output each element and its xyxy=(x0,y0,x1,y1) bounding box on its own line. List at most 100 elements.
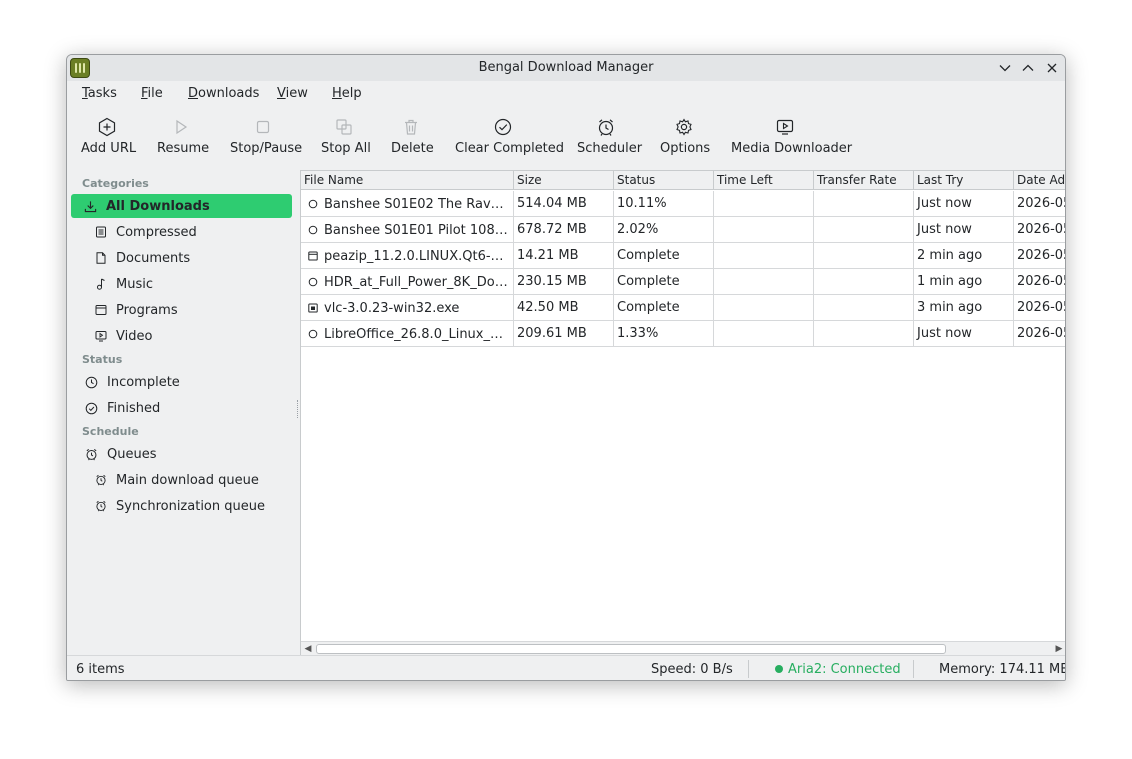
sidebar-item-incomplete[interactable]: Incomplete xyxy=(85,370,292,394)
menu-downloads-mnemonic: D xyxy=(188,86,199,101)
menu-view-mnemonic: V xyxy=(277,86,286,101)
menu-view-label: iew xyxy=(285,86,308,101)
check-circle-icon xyxy=(85,402,98,414)
stop-all-button[interactable]: Stop All xyxy=(321,114,371,166)
cell-transfer-rate xyxy=(814,217,914,243)
sidebar-item-documents[interactable]: Documents xyxy=(95,246,292,270)
status-bar: 6 items Speed: 0 B/s Aria2: Connected Me… xyxy=(67,655,1065,680)
cell-size: 230.15 MB xyxy=(514,269,614,295)
menu-downloads[interactable]: Downloads xyxy=(188,86,259,101)
maximize-button[interactable] xyxy=(1018,58,1038,78)
horizontal-scrollbar[interactable]: ◀ ▶ xyxy=(301,641,1065,655)
sidebar-item-finished[interactable]: Finished xyxy=(85,396,292,420)
circle-icon xyxy=(308,329,318,339)
close-button[interactable] xyxy=(1042,58,1062,78)
table-row[interactable]: peazip_11.2.0.LINUX.Qt6-1_a... 14.21 MB … xyxy=(301,243,1065,269)
cell-size: 209.61 MB xyxy=(514,321,614,347)
cell-file-name: Banshee S01E01 Pilot 1080p ... xyxy=(301,217,514,243)
add-url-button[interactable]: Add URL xyxy=(81,114,136,166)
column-header-file-name[interactable]: File Name xyxy=(301,171,514,190)
aria2-status-text: Aria2: Connected xyxy=(788,662,901,677)
clear-completed-button[interactable]: Clear Completed xyxy=(455,114,564,166)
minimize-button[interactable] xyxy=(995,58,1015,78)
table-row[interactable]: LibreOffice_26.8.0_Linux_x86... 209.61 M… xyxy=(301,321,1065,347)
scroll-right-arrow-icon[interactable]: ▶ xyxy=(1052,642,1065,655)
alarm-icon xyxy=(96,474,106,486)
categories-header: Categories xyxy=(82,177,149,190)
cell-date-added: 2026-05 xyxy=(1014,321,1065,347)
stop-pause-button[interactable]: Stop/Pause xyxy=(230,114,303,166)
cell-status: 10.11% xyxy=(614,191,714,217)
menu-tasks[interactable]: Tasks xyxy=(82,86,117,101)
cell-status: Complete xyxy=(614,243,714,269)
video-icon xyxy=(95,331,107,342)
sidebar-item-label: Queues xyxy=(107,446,157,462)
close-icon xyxy=(1047,63,1057,73)
column-header-size[interactable]: Size xyxy=(514,171,614,190)
cell-time-left xyxy=(714,217,814,243)
sidebar-item-music[interactable]: Music xyxy=(95,272,292,296)
cell-last-try: 2 min ago xyxy=(914,243,1014,269)
status-divider xyxy=(748,660,749,678)
file-name-text: peazip_11.2.0.LINUX.Qt6-1_a... xyxy=(324,248,510,264)
menu-help-mnemonic: H xyxy=(332,86,342,101)
cell-file-name: HDR_at_Full_Power_8K_Dolby_... xyxy=(301,269,514,295)
title-bar[interactable]: Bengal Download Manager xyxy=(67,55,1065,81)
cell-size: 514.04 MB xyxy=(514,191,614,217)
status-dot-icon xyxy=(775,665,783,673)
play-icon xyxy=(176,119,188,135)
table-row[interactable]: Banshee S01E01 Pilot 1080p ... 678.72 MB… xyxy=(301,217,1065,243)
column-header-date-added[interactable]: Date Added xyxy=(1014,171,1065,190)
delete-button[interactable]: Delete xyxy=(391,114,434,166)
exe-icon xyxy=(308,303,318,313)
sidebar-item-video[interactable]: Video xyxy=(95,324,292,348)
speed-readout: Speed: 0 B/s xyxy=(651,662,733,677)
options-label: Options xyxy=(660,141,711,156)
file-name-text: vlc-3.0.23-win32.exe xyxy=(324,300,460,316)
column-header-time-left[interactable]: Time Left xyxy=(714,171,814,190)
column-header-transfer-rate[interactable]: Transfer Rate xyxy=(814,171,914,190)
scroll-left-arrow-icon[interactable]: ◀ xyxy=(301,642,315,655)
splitter-handle[interactable] xyxy=(297,400,299,418)
menu-file[interactable]: File xyxy=(141,86,163,101)
stop-all-icon xyxy=(336,119,352,135)
sidebar-item-queues[interactable]: Queues xyxy=(85,442,292,466)
cell-date-added: 2026-05 xyxy=(1014,295,1065,321)
cell-last-try: 3 min ago xyxy=(914,295,1014,321)
column-header-last-try[interactable]: Last Try xyxy=(914,171,1014,190)
sidebar-item-all-downloads[interactable]: All Downloads xyxy=(71,194,292,218)
circle-icon xyxy=(308,225,318,235)
cell-transfer-rate xyxy=(814,321,914,347)
stop-pause-label: Stop/Pause xyxy=(230,141,303,156)
check-circle-icon xyxy=(494,118,512,136)
download-icon xyxy=(84,200,97,212)
sidebar-item-compressed[interactable]: Compressed xyxy=(95,220,292,244)
sidebar-item-label: Main download queue xyxy=(116,472,259,488)
options-button[interactable]: Options xyxy=(660,114,711,166)
table-row[interactable]: vlc-3.0.23-win32.exe 42.50 MB Complete 3… xyxy=(301,295,1065,321)
status-divider xyxy=(913,660,914,678)
cell-date-added: 2026-05 xyxy=(1014,269,1065,295)
scrollbar-thumb[interactable] xyxy=(316,644,946,654)
resume-button[interactable]: Resume xyxy=(157,114,209,166)
column-header-status[interactable]: Status xyxy=(614,171,714,190)
sidebar-item-label: Synchronization queue xyxy=(116,498,265,514)
menu-help[interactable]: Help xyxy=(332,86,362,101)
sidebar-item-label: Programs xyxy=(116,302,178,318)
table-row[interactable]: Banshee S01E02 The Rave 10... 514.04 MB … xyxy=(301,191,1065,217)
cell-transfer-rate xyxy=(814,269,914,295)
sidebar-item-programs[interactable]: Programs xyxy=(95,298,292,322)
sidebar-item-main-download-queue[interactable]: Main download queue xyxy=(95,468,292,492)
window-title: Bengal Download Manager xyxy=(478,60,654,75)
table-row[interactable]: HDR_at_Full_Power_8K_Dolby_... 230.15 MB… xyxy=(301,269,1065,295)
menu-file-label: ile xyxy=(147,86,163,101)
cell-last-try: 1 min ago xyxy=(914,269,1014,295)
cell-transfer-rate xyxy=(814,243,914,269)
scheduler-button[interactable]: Scheduler xyxy=(577,114,642,166)
media-downloader-button[interactable]: Media Downloader xyxy=(731,114,852,166)
menu-view[interactable]: View xyxy=(277,86,308,101)
sidebar-item-label: Compressed xyxy=(116,224,197,240)
sidebar-item-synchronization-queue[interactable]: Synchronization queue xyxy=(95,494,292,518)
cell-file-name: peazip_11.2.0.LINUX.Qt6-1_a... xyxy=(301,243,514,269)
cell-time-left xyxy=(714,295,814,321)
